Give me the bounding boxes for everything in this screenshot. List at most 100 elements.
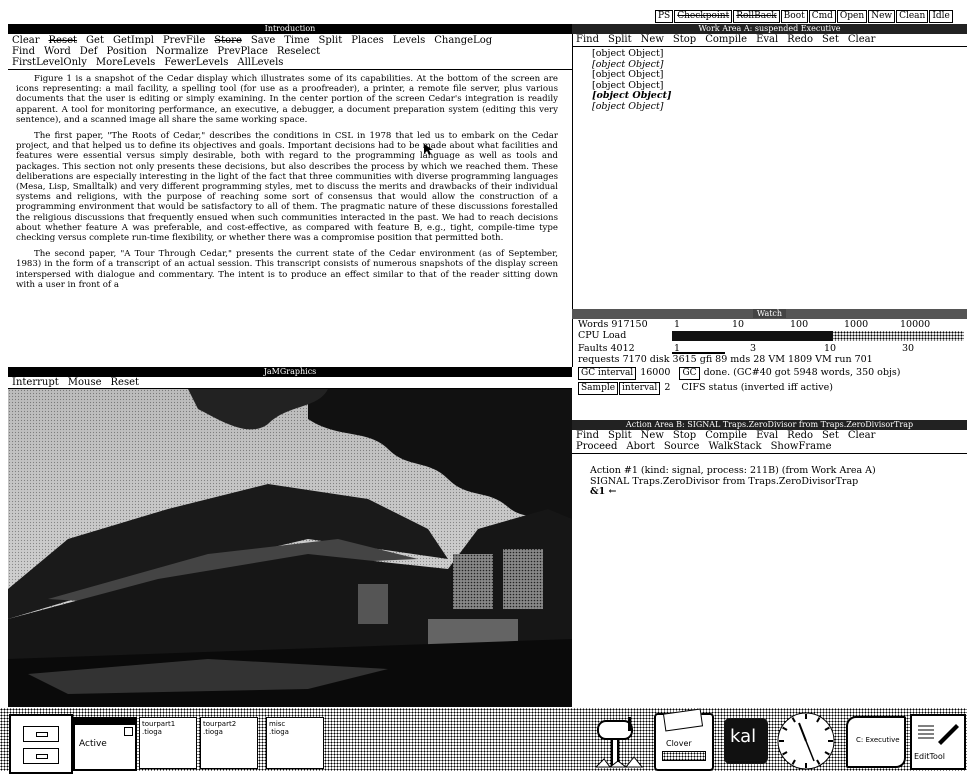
- introduction-text-body[interactable]: Figure 1 is a snapshot of the Cedar disp…: [8, 70, 572, 366]
- menu-fewerlevels[interactable]: FewerLevels: [164, 57, 228, 68]
- action-area-b-transcript[interactable]: Action #1 (kind: signal, process: 211B) …: [572, 454, 967, 498]
- paragraph-2[interactable]: The first paper, "The Roots of Cedar," d…: [16, 131, 558, 243]
- gc-button[interactable]: GC: [679, 367, 700, 380]
- gc-interval-value: 16000: [640, 367, 671, 378]
- menu-reset[interactable]: Reset: [49, 35, 78, 46]
- wa-menu-clear[interactable]: Clear: [848, 34, 876, 45]
- gc-interval-button[interactable]: GC interval: [578, 367, 637, 380]
- menu-prevplace[interactable]: PrevPlace: [217, 46, 267, 57]
- executive-scroll-icon[interactable]: C: Executive: [846, 716, 906, 768]
- watch-title-bar[interactable]: Watch: [572, 309, 967, 319]
- ab-menu-proceed[interactable]: Proceed: [576, 441, 617, 452]
- ab-menu-split[interactable]: Split: [608, 430, 632, 441]
- menu-firstlevelonly[interactable]: FirstLevelOnly: [12, 57, 87, 68]
- jamgraphics-title-bar[interactable]: JaMGraphics: [8, 367, 572, 377]
- kal-icon[interactable]: kal: [724, 718, 768, 764]
- tourpart1-document-icon[interactable]: tourpart1 .tioga: [139, 717, 197, 769]
- ps-button[interactable]: PS: [655, 10, 674, 23]
- cpu-load-fill: [672, 331, 833, 341]
- wa-menu-stop[interactable]: Stop: [673, 34, 696, 45]
- cpu-load-meter: [672, 331, 964, 341]
- ab-menu-walkstack[interactable]: WalkStack: [708, 441, 761, 452]
- menu-reselect[interactable]: Reselect: [277, 46, 320, 57]
- menu-reset-graphics[interactable]: Reset: [111, 377, 140, 388]
- active-label: Active: [79, 739, 107, 749]
- ab-menu-redo[interactable]: Redo: [787, 430, 813, 441]
- menu-position[interactable]: Position: [106, 46, 146, 57]
- system-buttons: PS Checkpoint RollBack Boot Cmd Open New Clean I…: [655, 10, 954, 24]
- wa-menu-redo[interactable]: Redo: [787, 34, 813, 45]
- faults-row: Faults 4012 1 3 10 30: [572, 343, 967, 354]
- introduction-title-bar[interactable]: Introduction: [8, 24, 572, 34]
- ab-menu-eval[interactable]: Eval: [756, 430, 778, 441]
- cmd-button[interactable]: Cmd: [808, 10, 836, 23]
- ab-menu-stop[interactable]: Stop: [673, 430, 696, 441]
- menu-changelog[interactable]: ChangeLog: [434, 35, 492, 46]
- ab-menu-set[interactable]: Set: [822, 430, 839, 441]
- menu-save[interactable]: Save: [251, 35, 275, 46]
- ab-menu-compile[interactable]: Compile: [705, 430, 747, 441]
- filing-cabinet-icon[interactable]: [9, 714, 73, 774]
- open-button[interactable]: Open: [836, 10, 868, 23]
- sample-button[interactable]: Sample: [578, 382, 619, 395]
- cifs-status: CIFS status (inverted iff active): [681, 382, 833, 393]
- menu-time[interactable]: Time: [284, 35, 309, 46]
- wa-menu-find[interactable]: Find: [576, 34, 599, 45]
- interval-button[interactable]: interval: [619, 382, 661, 395]
- menu-prevfile[interactable]: PrevFile: [163, 35, 205, 46]
- menu-levels[interactable]: Levels: [393, 35, 425, 46]
- jamgraphics-viewer: JaMGraphics Interrupt Mouse Reset: [8, 367, 572, 708]
- rollback-button[interactable]: RollBack: [733, 10, 780, 23]
- cpu-label: CPU Load: [578, 330, 627, 341]
- edittool-icon[interactable]: EditTool: [910, 714, 966, 770]
- ab-menu-clear[interactable]: Clear: [848, 430, 876, 441]
- work-area-a-transcript[interactable]: [object Object] [object Object] [object …: [572, 47, 967, 112]
- menu-interrupt[interactable]: Interrupt: [12, 377, 59, 388]
- wa-menu-eval[interactable]: Eval: [756, 34, 778, 45]
- menu-word[interactable]: Word: [44, 46, 71, 57]
- work-area-a-title-bar[interactable]: Work Area A: suspended Executive: [572, 24, 967, 34]
- menu-store[interactable]: Store: [214, 35, 242, 46]
- boot-button[interactable]: Boot: [780, 10, 808, 23]
- introduction-menu-row3: FirstLevelOnly MoreLevels FewerLevels AllLe…: [8, 57, 572, 70]
- menu-clear[interactable]: Clear: [12, 35, 40, 46]
- clover-printer-icon[interactable]: Clover: [654, 708, 714, 771]
- wa-menu-set[interactable]: Set: [822, 34, 839, 45]
- menu-mouse[interactable]: Mouse: [68, 377, 102, 388]
- menu-getimpl[interactable]: GetImpl: [113, 35, 154, 46]
- menu-alllevels[interactable]: AllLevels: [237, 57, 283, 68]
- action-area-b-title-bar[interactable]: Action Area B: SIGNAL Traps.ZeroDivisor …: [572, 420, 967, 430]
- ab-menu-source[interactable]: Source: [664, 441, 700, 452]
- menu-normalize[interactable]: Normalize: [156, 46, 209, 57]
- new-button[interactable]: New: [868, 10, 896, 23]
- clean-button[interactable]: Clean: [896, 10, 929, 23]
- wa-menu-new[interactable]: New: [641, 34, 664, 45]
- tourpart2-document-icon[interactable]: tourpart2 .tioga: [200, 717, 258, 769]
- stats-row: requests 7170 disk 3615 gfi 89 mds 28 VM…: [578, 354, 873, 365]
- ab-menu-showframe[interactable]: ShowFrame: [771, 441, 832, 452]
- mailbox-icon[interactable]: [592, 713, 648, 769]
- transcript-line: [object Object]: [592, 100, 664, 112]
- action-area-b-menu-row2: Proceed Abort Source WalkStack ShowFrame: [572, 441, 967, 454]
- checkpoint-button[interactable]: Checkpoint: [674, 10, 733, 23]
- menu-morelevels[interactable]: MoreLevels: [96, 57, 155, 68]
- wa-menu-compile[interactable]: Compile: [705, 34, 747, 45]
- misc-document-icon[interactable]: misc .tioga: [266, 717, 324, 769]
- ab-menu-abort[interactable]: Abort: [626, 441, 654, 452]
- wa-menu-split[interactable]: Split: [608, 34, 632, 45]
- clock-icon[interactable]: [776, 711, 836, 771]
- clover-label: Clover: [666, 739, 692, 748]
- menu-places[interactable]: Places: [351, 35, 384, 46]
- paragraph-1[interactable]: Figure 1 is a snapshot of the Cedar disp…: [16, 74, 558, 125]
- menu-def[interactable]: Def: [80, 46, 98, 57]
- menu-find[interactable]: Find: [12, 46, 35, 57]
- introduction-viewer: Introduction Clear Reset Get GetImpl PrevFil…: [8, 24, 573, 367]
- menu-split[interactable]: Split: [319, 35, 343, 46]
- ab-menu-new[interactable]: New: [641, 430, 664, 441]
- menu-get[interactable]: Get: [86, 35, 104, 46]
- action-line: Action #1 (kind: signal, process: 211B) …: [590, 465, 876, 476]
- paragraph-3[interactable]: The second paper, "A Tour Through Cedar,…: [16, 249, 558, 290]
- idle-button[interactable]: Idle: [929, 10, 953, 23]
- ab-menu-find[interactable]: Find: [576, 430, 599, 441]
- active-viewer-icon[interactable]: Active: [73, 717, 137, 771]
